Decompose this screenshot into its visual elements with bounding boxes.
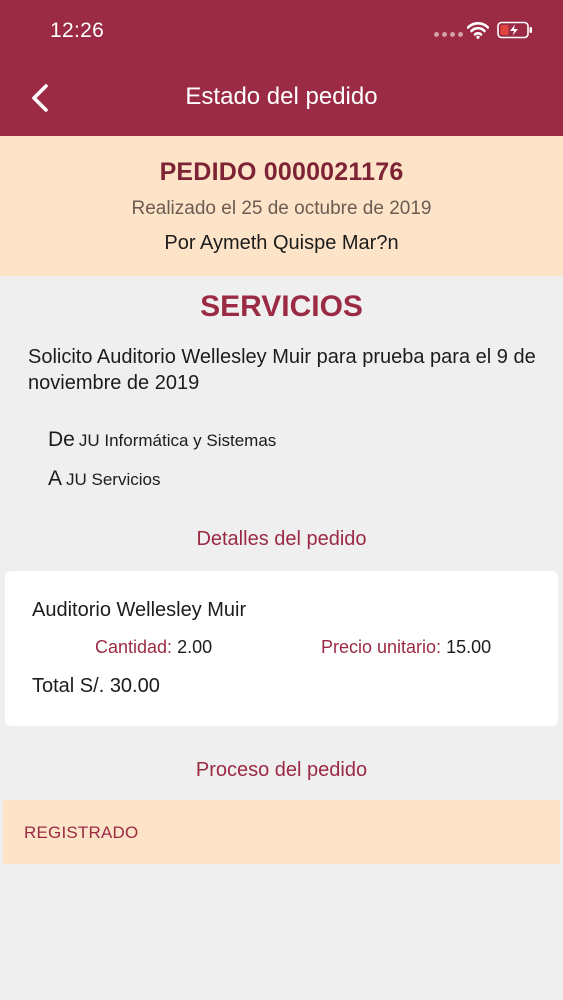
wifi-icon [467, 22, 489, 39]
order-header: PEDIDO 0000021176 Realizado el 25 de oct… [0, 136, 563, 276]
order-requester: Por Aymeth Quispe Mar?n [164, 232, 399, 254]
quantity-value: 2.00 [177, 637, 213, 657]
order-item-card: Auditorio Wellesley Muir Cantidad: 2.00 … [5, 571, 558, 726]
order-number: PEDIDO 0000021176 [159, 158, 404, 186]
status-time: 12:26 [50, 19, 105, 42]
unit-price-value: 15.00 [446, 637, 492, 657]
order-date: Realizado el 25 de octubre de 2019 [131, 198, 432, 219]
quantity-label: Cantidad: [95, 637, 173, 657]
unit-price-label: Precio unitario: [321, 637, 442, 657]
item-unit-price: Precio unitario: 15.00 [321, 637, 491, 658]
process-step: REGISTRADO [3, 800, 560, 864]
details-heading: Detalles del pedido [196, 528, 367, 550]
item-total: Total S/. 30.00 [32, 675, 160, 697]
item-quantity: Cantidad: 2.00 [95, 637, 212, 658]
from-label: De [48, 428, 75, 451]
to-row: A JU Servicios [48, 467, 160, 491]
process-status: REGISTRADO [24, 823, 139, 842]
from-row: De JU Informática y Sistemas [48, 428, 276, 452]
process-heading: Proceso del pedido [195, 759, 368, 781]
battery-charging-icon [497, 21, 532, 39]
top-bar: 12:26 Estado del pedido [0, 0, 563, 136]
page-title: Estado del pedido [185, 83, 378, 110]
section-title: SERVICIOS [200, 290, 363, 323]
item-name: Auditorio Wellesley Muir [32, 599, 247, 621]
from-value: JU Informática y Sistemas [78, 431, 277, 450]
to-label: A [48, 467, 63, 490]
order-description: Solicito Auditorio Wellesley Muir para p… [28, 346, 536, 394]
to-value: JU Servicios [66, 470, 161, 489]
cellular-signal-icon [434, 32, 463, 37]
